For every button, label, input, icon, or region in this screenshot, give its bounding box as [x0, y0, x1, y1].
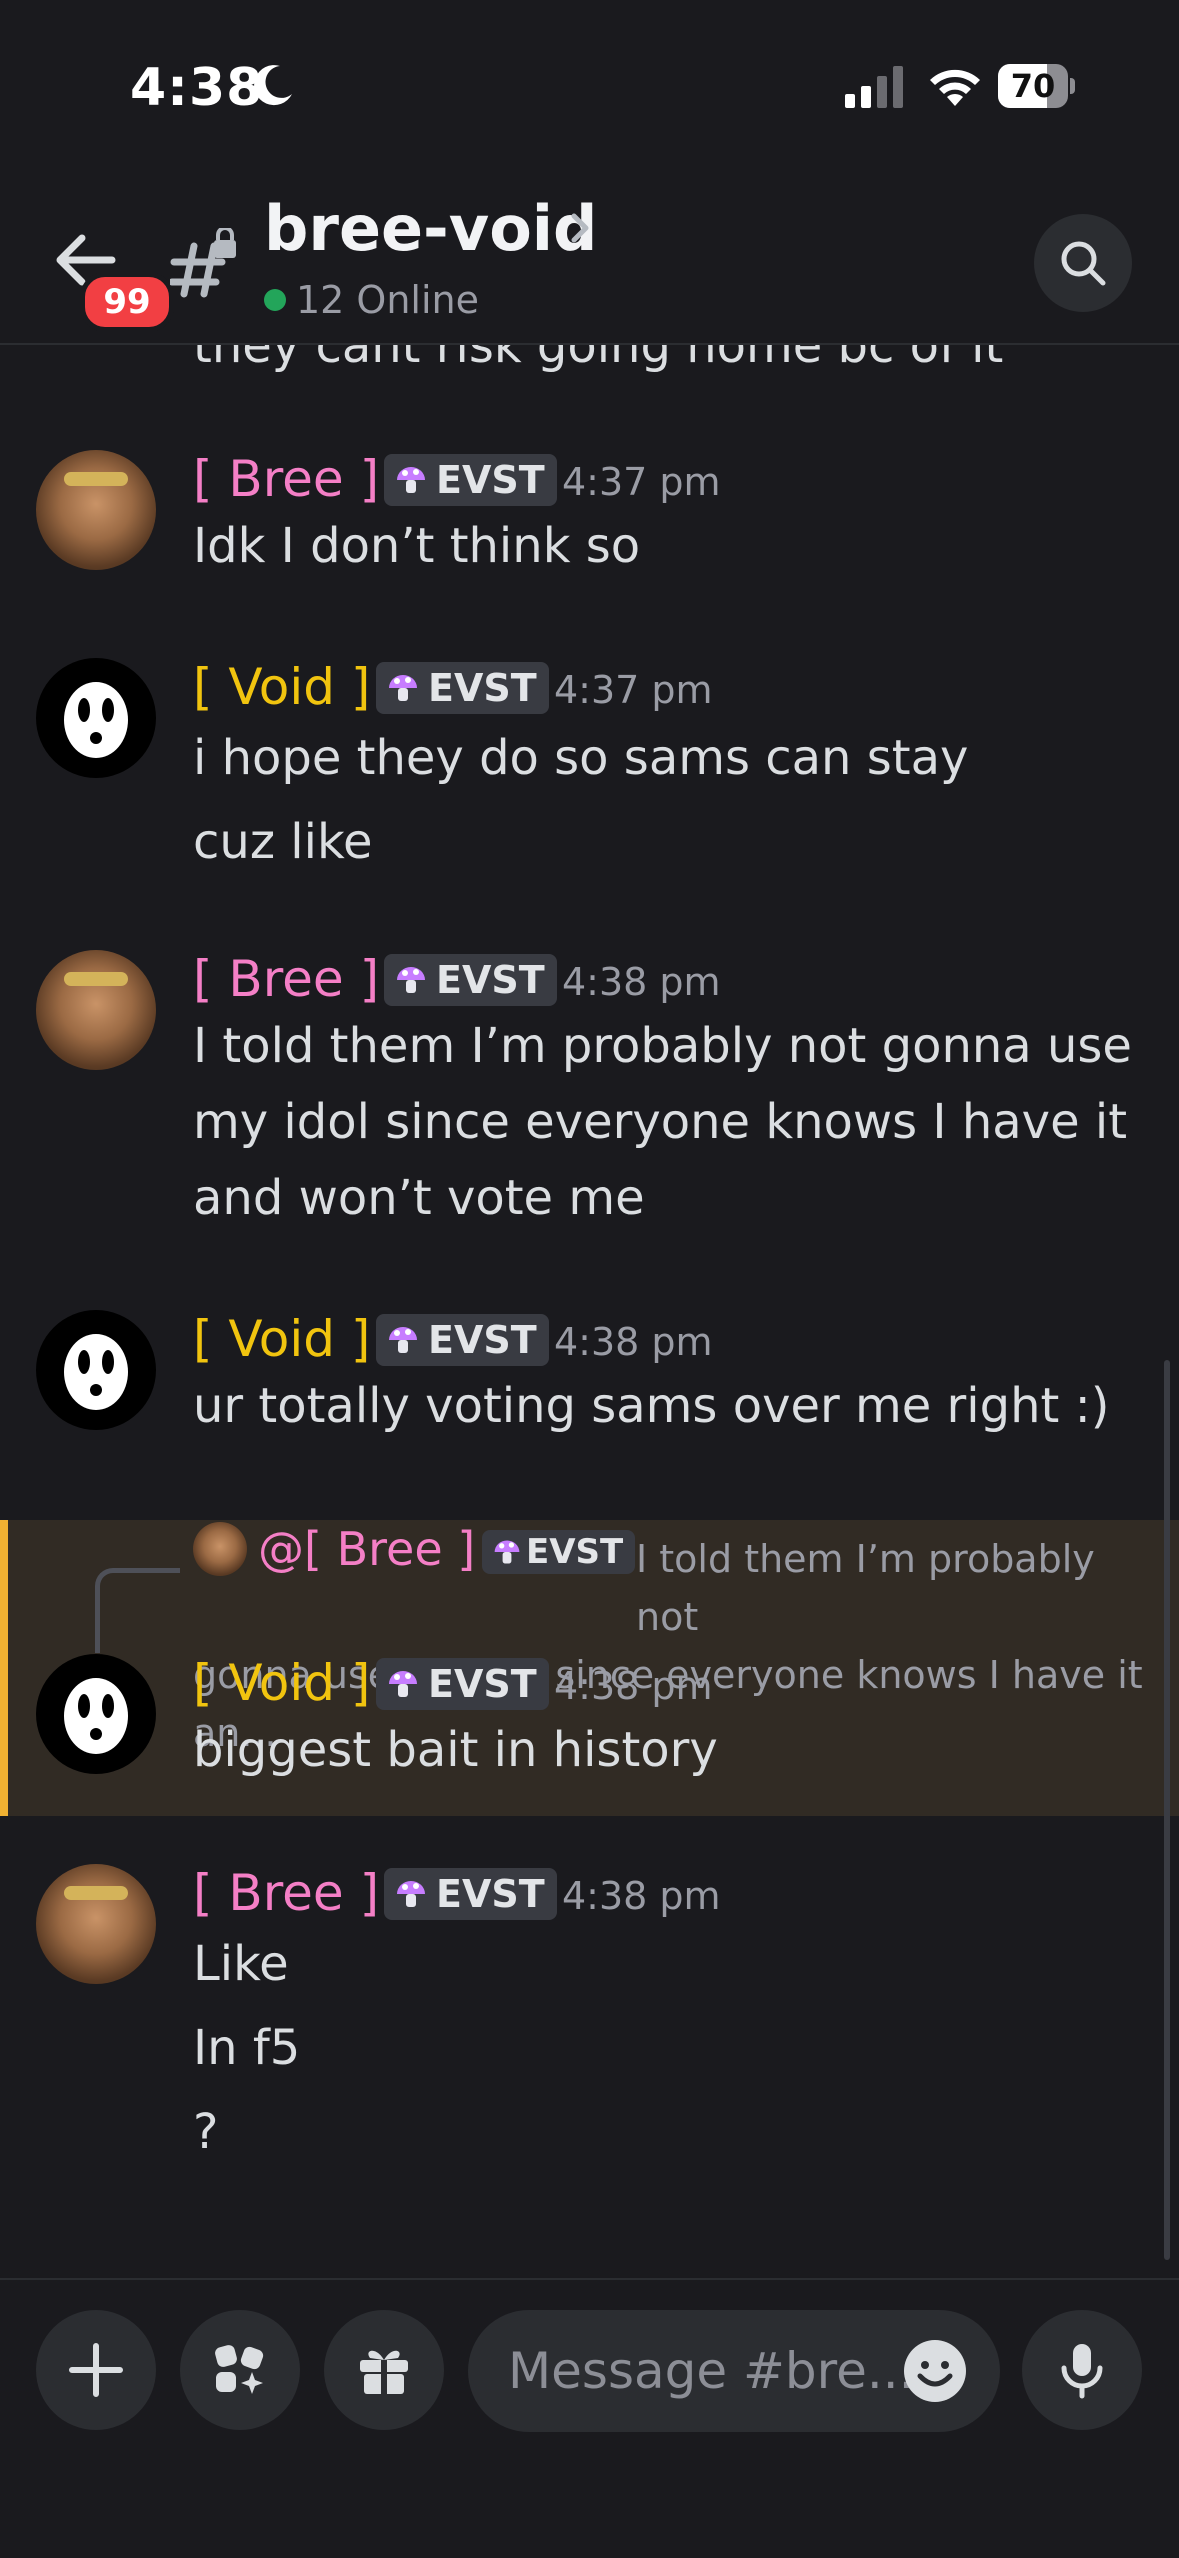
avatar[interactable]: [36, 1864, 156, 1984]
online-count: 12 Online: [264, 278, 479, 322]
message-line: In f5: [193, 2020, 301, 2076]
server-tag-label: EVST: [428, 1662, 537, 1706]
server-tag-label: EVST: [428, 666, 537, 710]
server-tag-label: EVST: [428, 1318, 537, 1362]
message-list[interactable]: they cant risk going home bc of it [ Bre…: [0, 340, 1179, 2280]
message-line: cuz like: [193, 814, 373, 870]
mushroom-icon: [389, 675, 417, 701]
gift-button[interactable]: [324, 2310, 444, 2430]
microphone-icon: [1061, 2344, 1103, 2399]
avatar[interactable]: [36, 658, 156, 778]
server-tag[interactable]: EVST: [376, 1314, 549, 1366]
locked-channel-icon: [170, 228, 236, 298]
message-line: my idol since everyone knows I have it: [193, 1094, 1128, 1150]
avatar[interactable]: [36, 1654, 156, 1774]
apps-button[interactable]: [180, 2310, 300, 2430]
shy-guy-mask-icon: [64, 1334, 128, 1410]
author-name[interactable]: [ Bree ]: [193, 1864, 379, 1922]
avatar[interactable]: [36, 950, 156, 1070]
mushroom-icon: [397, 1881, 425, 1907]
message-text: biggest bait in history: [193, 1712, 718, 1788]
status-bar: 4:38 70: [0, 0, 1179, 150]
server-tag[interactable]: EVST: [376, 1658, 549, 1710]
moon-icon: [254, 65, 292, 106]
shy-guy-mask-icon: [64, 1678, 128, 1754]
reply-preview-line: I told them I’m probably not: [636, 1537, 1095, 1639]
voice-message-button[interactable]: [1022, 2310, 1142, 2430]
message-text: Idk I don’t think so: [193, 508, 640, 584]
channel-name[interactable]: bree-void: [264, 192, 597, 265]
message-input[interactable]: Message #bre...: [468, 2310, 1000, 2432]
avatar[interactable]: [36, 450, 156, 570]
mushroom-icon: [397, 467, 425, 493]
composer-bar: Message #bre...: [0, 2278, 1179, 2558]
mention-highlight-bar: [0, 1520, 8, 1816]
mushroom-icon: [389, 1671, 417, 1697]
message-text: I told them I’m probably not gonna use m…: [193, 1008, 1132, 1236]
chevron-right-icon[interactable]: [566, 208, 594, 248]
reply-connector: [95, 1568, 180, 1653]
online-label: 12 Online: [296, 278, 480, 322]
message-text: ur totally voting sams over me right :): [193, 1368, 1109, 1444]
author-name[interactable]: [ Bree ]: [193, 450, 379, 508]
timestamp: 4:38 pm: [562, 960, 721, 1004]
plus-icon: [69, 2343, 123, 2397]
server-tag[interactable]: EVST: [384, 454, 557, 506]
message-line: I told them I’m probably not gonna use: [193, 1018, 1132, 1074]
message-line: ?: [193, 2104, 219, 2160]
server-tag-label: EVST: [436, 458, 545, 502]
avatar[interactable]: [36, 1310, 156, 1430]
message-text: Like In f5 ?: [193, 1922, 300, 2174]
cut-off-message: they cant risk going home bc of it: [193, 340, 1004, 374]
mushroom-icon: [397, 967, 425, 993]
status-time: 4:38: [130, 58, 264, 118]
timestamp: 4:38 pm: [562, 1874, 721, 1918]
message-line: and won’t vote me: [193, 1170, 645, 1226]
emoji-icon[interactable]: [902, 2338, 968, 2404]
search-button[interactable]: [1034, 214, 1132, 312]
timestamp: 4:38 pm: [554, 1320, 713, 1364]
battery-indicator: 70: [998, 64, 1075, 108]
server-tag-label: EVST: [436, 958, 545, 1002]
server-tag[interactable]: EVST: [384, 1868, 557, 1920]
message-text: i hope they do so sams can stay cuz like: [193, 716, 968, 884]
channel-header: 99 bree-void 12 Online: [0, 150, 1179, 345]
signal-icon: [845, 66, 903, 108]
online-dot: [264, 288, 286, 311]
gift-icon: [360, 2350, 408, 2394]
author-name[interactable]: [ Bree ]: [193, 950, 379, 1008]
message-line: ur totally voting sams over me right :): [193, 1378, 1110, 1434]
add-attachment-button[interactable]: [36, 2310, 156, 2430]
timestamp: 4:37 pm: [554, 668, 713, 712]
shy-guy-mask-icon: [64, 682, 128, 758]
message-input-placeholder: Message #bre...: [508, 2342, 915, 2400]
server-tag-label: EVST: [436, 1872, 545, 1916]
message-line: Idk I don’t think so: [193, 518, 641, 574]
unread-badge: 99: [80, 272, 174, 332]
mushroom-icon: [389, 1327, 417, 1353]
message-line: biggest bait in history: [193, 1722, 718, 1778]
apps-icon: [215, 2345, 264, 2394]
author-name[interactable]: [ Void ]: [193, 658, 370, 716]
search-icon: [1061, 241, 1106, 286]
message-line: i hope they do so sams can stay: [193, 730, 969, 786]
message-line: Like: [193, 1936, 289, 1992]
scrollbar[interactable]: [1164, 1360, 1170, 2260]
author-name[interactable]: [ Void ]: [193, 1654, 370, 1712]
timestamp: 4:37 pm: [562, 460, 721, 504]
author-name[interactable]: [ Void ]: [193, 1310, 370, 1368]
server-tag[interactable]: EVST: [376, 662, 549, 714]
wifi-icon: [930, 69, 980, 106]
battery-level: 70: [1010, 67, 1056, 105]
timestamp: 4:38 pm: [554, 1664, 713, 1708]
server-tag[interactable]: EVST: [384, 954, 557, 1006]
